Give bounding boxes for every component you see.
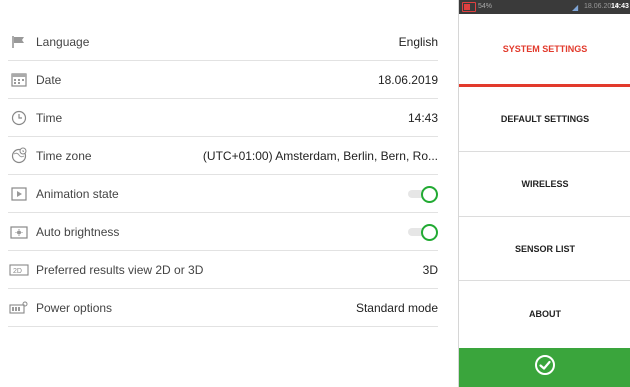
- menu-item-label: DEFAULT SETTINGS: [500, 114, 590, 124]
- setting-row-time-zone[interactable]: Time zone (UTC+01:00) Amsterdam, Berlin,…: [8, 137, 438, 175]
- confirm-button[interactable]: [459, 348, 630, 387]
- 2d-3d-icon: 2D: [8, 261, 30, 279]
- setting-row-time[interactable]: Time 14:43: [8, 99, 438, 137]
- menu-item-default-settings[interactable]: DEFAULT SETTINGS: [459, 87, 630, 152]
- flag-icon: [8, 33, 30, 51]
- toggle-knob: [421, 185, 438, 203]
- setting-value[interactable]: (UTC+01:00) Amsterdam, Berlin, Bern, Ro.…: [203, 149, 438, 163]
- setting-value[interactable]: 14:43: [408, 111, 438, 125]
- setting-label: Time zone: [36, 148, 92, 163]
- menu-item-label: ABOUT: [529, 308, 561, 319]
- setting-label: Animation state: [36, 186, 119, 201]
- setting-value[interactable]: 3D: [423, 263, 438, 277]
- battery-icon: [8, 299, 30, 317]
- animation-icon: [8, 185, 30, 203]
- setting-label: Power options: [36, 300, 113, 315]
- signal-icon: ◢: [572, 3, 579, 12]
- setting-label: Preferred results view 2D or 3D: [36, 262, 204, 277]
- menu-item-wireless[interactable]: WIRELESS: [459, 152, 630, 217]
- setting-row-date[interactable]: Date 18.06.2019: [8, 61, 438, 99]
- menu-item-label: SYSTEM SETTINGS: [502, 44, 588, 54]
- setting-value[interactable]: Standard mode: [356, 301, 438, 315]
- menu-item-about[interactable]: ABOUT: [459, 281, 630, 346]
- setting-label: Time: [36, 110, 63, 125]
- menu-item-sensor-list[interactable]: SENSOR LIST: [459, 217, 630, 281]
- setting-value[interactable]: 18.06.2019: [378, 73, 438, 87]
- settings-list: Language English Date 18.06.2019 Time 14…: [0, 0, 458, 387]
- setting-row-language[interactable]: Language English: [8, 23, 438, 61]
- setting-row-power-options[interactable]: Power options Standard mode: [8, 289, 438, 327]
- battery-percent: 54%: [478, 3, 493, 10]
- status-time: 14:43: [611, 3, 629, 10]
- setting-label: Language: [36, 34, 90, 49]
- status-bar: 54% ◢ 18.06.2019 14:43: [459, 0, 630, 14]
- globe-icon: [8, 147, 30, 165]
- menu-item-label: WIRELESS: [521, 179, 569, 189]
- clock-icon: [8, 109, 30, 127]
- menu-item-label: SENSOR LIST: [514, 243, 575, 254]
- checkmark-icon: [534, 354, 556, 381]
- setting-row-auto-brightness[interactable]: Auto brightness: [8, 213, 438, 251]
- setting-row-results-view[interactable]: 2D Preferred results view 2D or 3D 3D: [8, 251, 438, 289]
- auto-brightness-toggle[interactable]: [408, 223, 438, 241]
- setting-label: Auto brightness: [36, 224, 120, 239]
- animation-toggle[interactable]: [408, 185, 438, 203]
- setting-value[interactable]: English: [399, 35, 438, 49]
- menu-item-system-settings[interactable]: SYSTEM SETTINGS: [459, 14, 630, 87]
- setting-label: Date: [36, 72, 62, 87]
- svg-text:2D: 2D: [13, 268, 22, 275]
- setting-row-animation-state[interactable]: Animation state: [8, 175, 438, 213]
- settings-menu: 54% ◢ 18.06.2019 14:43 SYSTEM SETTINGS D…: [458, 0, 630, 387]
- toggle-knob: [421, 223, 438, 241]
- battery-status-icon: [462, 2, 476, 12]
- calendar-icon: [8, 71, 30, 89]
- brightness-icon: [8, 223, 30, 241]
